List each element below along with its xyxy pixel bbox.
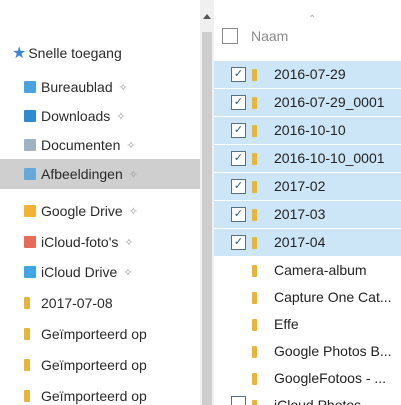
documents-icon xyxy=(24,139,36,151)
pin-icon: ✧ xyxy=(128,205,138,218)
downloads-icon xyxy=(24,110,36,122)
nav-item-label: Geïmporteerd op xyxy=(41,326,147,342)
desktop-icon xyxy=(24,81,36,93)
nav-item-label: iCloud Drive xyxy=(41,264,118,280)
file-name: GoogleFotoos - ... xyxy=(274,370,387,386)
folder-icon xyxy=(24,359,30,371)
file-list: Naam ⌃ ✓ 2016-07-29 ✓ 2016-07-29_0001 ✓ … xyxy=(214,0,401,405)
quick-access-label: Snelle toegang xyxy=(28,45,122,61)
row-checkbox-checked[interactable]: ✓ xyxy=(231,151,246,166)
file-name: 2016-10-10_0001 xyxy=(274,150,385,166)
file-name: iCloud Photos xyxy=(274,397,362,405)
file-row[interactable]: ✓ 2016-07-29 xyxy=(214,61,401,88)
nav-item-label: Downloads xyxy=(41,108,111,124)
nav-item-imported-1[interactable]: Geïmporteerd op xyxy=(0,319,200,349)
icloud-drive-icon xyxy=(24,266,36,278)
file-name: 2017-04 xyxy=(274,234,326,250)
select-all-checkbox[interactable] xyxy=(222,28,238,44)
nav-item-google-drive[interactable]: Google Drive ✧ xyxy=(0,196,200,226)
row-checkbox-checked[interactable]: ✓ xyxy=(231,235,246,250)
row-checkbox-checked[interactable]: ✓ xyxy=(231,179,246,194)
nav-scrollbar[interactable] xyxy=(200,0,214,405)
navigation-pane: ★ Snelle toegang Bureaublad ✧ Downloads … xyxy=(0,0,200,405)
nav-item-imported-3[interactable]: Geïmporteerd op xyxy=(0,381,200,405)
folder-icon xyxy=(24,328,30,340)
column-header-name[interactable]: Naam xyxy=(251,28,288,44)
nav-item-documenten[interactable]: Documenten ✧ xyxy=(0,130,200,160)
nav-item-afbeeldingen[interactable]: Afbeeldingen ✧ xyxy=(0,159,200,189)
folder-icon xyxy=(252,209,257,221)
folder-icon xyxy=(252,181,257,193)
file-name: 2017-03 xyxy=(274,206,326,222)
file-row[interactable]: ✓ 2017-02 xyxy=(214,173,401,200)
file-row[interactable]: ✓ 2016-10-10 xyxy=(214,117,401,144)
nav-item-label: Geïmporteerd op xyxy=(41,388,147,404)
folder-icon xyxy=(252,97,257,109)
file-row[interactable]: iCloud Photos xyxy=(214,392,401,405)
row-checkbox-checked[interactable]: ✓ xyxy=(231,67,246,82)
nav-item-icloud-photos[interactable]: iCloud-foto's ✧ xyxy=(0,227,200,257)
folder-icon xyxy=(252,153,257,165)
file-name: Google Photos B... xyxy=(274,343,392,359)
file-name: 2017-02 xyxy=(274,178,326,194)
row-checkbox-checked[interactable]: ✓ xyxy=(231,95,246,110)
row-checkbox[interactable] xyxy=(231,396,246,405)
file-row[interactable]: Capture One Cat... xyxy=(214,284,401,311)
pin-icon: ✧ xyxy=(124,236,134,249)
folder-icon xyxy=(252,400,257,405)
nav-item-downloads[interactable]: Downloads ✧ xyxy=(0,101,200,131)
folder-icon xyxy=(252,265,257,277)
star-icon: ★ xyxy=(12,45,27,62)
google-drive-icon xyxy=(24,205,36,217)
column-header-row: Naam ⌃ xyxy=(214,14,401,56)
folder-icon xyxy=(252,319,257,331)
file-name: 2016-07-29_0001 xyxy=(274,94,385,110)
pictures-icon xyxy=(24,168,36,180)
nav-item-icloud-drive[interactable]: iCloud Drive ✧ xyxy=(0,257,200,287)
nav-item-label: Google Drive xyxy=(41,203,123,219)
folder-icon xyxy=(252,125,257,137)
pin-icon: ✧ xyxy=(116,110,126,123)
file-row[interactable]: GoogleFotoos - ... xyxy=(214,365,401,392)
file-name: Capture One Cat... xyxy=(274,289,392,305)
nav-item-label: 2017-07-08 xyxy=(41,295,113,311)
pin-icon: ✧ xyxy=(123,266,133,279)
row-checkbox-checked[interactable]: ✓ xyxy=(231,123,246,138)
pin-icon: ✧ xyxy=(118,81,128,94)
nav-item-imported-2[interactable]: Geïmporteerd op xyxy=(0,350,200,380)
file-row[interactable]: ✓ 2016-10-10_0001 xyxy=(214,145,401,172)
folder-icon xyxy=(24,390,30,402)
icloud-photos-icon xyxy=(24,236,36,248)
nav-item-bureaublad[interactable]: Bureaublad ✧ xyxy=(0,72,200,102)
nav-item-label: iCloud-foto's xyxy=(41,234,119,250)
pin-icon: ✧ xyxy=(128,168,138,181)
scroll-up-arrow-icon[interactable] xyxy=(203,14,211,19)
quick-access-item[interactable]: ★ Snelle toegang xyxy=(0,38,200,68)
file-row[interactable]: Effe xyxy=(214,311,401,338)
folder-icon xyxy=(24,297,30,309)
folder-icon xyxy=(252,237,257,249)
file-row[interactable]: ✓ 2017-03 xyxy=(214,201,401,228)
nav-item-label: Documenten xyxy=(41,137,121,153)
row-checkbox-checked[interactable]: ✓ xyxy=(231,207,246,222)
nav-item-label: Bureaublad xyxy=(41,79,113,95)
file-row[interactable]: ✓ 2017-04 xyxy=(214,229,401,256)
sort-ascending-icon: ⌃ xyxy=(308,14,317,25)
file-name: 2016-07-29 xyxy=(274,66,346,82)
folder-icon xyxy=(252,292,257,304)
nav-item-label: Geïmporteerd op xyxy=(41,357,147,373)
folder-icon xyxy=(252,69,257,81)
file-name: Effe xyxy=(274,316,299,332)
scroll-thumb[interactable] xyxy=(202,32,212,405)
nav-item-label: Afbeeldingen xyxy=(41,166,123,182)
file-name: 2016-10-10 xyxy=(274,122,346,138)
file-row[interactable]: ✓ 2016-07-29_0001 xyxy=(214,89,401,116)
file-row[interactable]: Camera-album xyxy=(214,257,401,284)
folder-icon xyxy=(252,373,257,385)
file-name: Camera-album xyxy=(274,262,367,278)
folder-icon xyxy=(252,346,257,358)
file-row[interactable]: Google Photos B... xyxy=(214,338,401,365)
nav-item-2017-07-08[interactable]: 2017-07-08 xyxy=(0,288,200,318)
pin-icon: ✧ xyxy=(126,139,136,152)
